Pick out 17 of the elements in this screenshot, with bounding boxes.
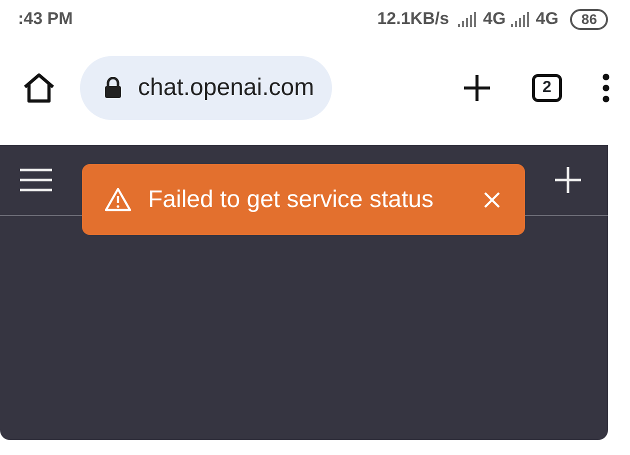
tab-count-button[interactable]: 2 [532, 74, 562, 102]
network-type: 4G [536, 8, 558, 30]
address-bar[interactable]: chat.openai.com [80, 56, 332, 120]
menu-icon[interactable] [18, 167, 54, 193]
battery-indicator: 86 [570, 8, 608, 30]
warning-icon [104, 187, 132, 212]
lock-icon [104, 77, 122, 99]
url-text: chat.openai.com [138, 73, 314, 103]
network-speed: 12.1KB/s [377, 8, 450, 30]
home-icon[interactable] [22, 72, 56, 104]
status-time: :43 PM [18, 8, 73, 30]
more-menu-icon[interactable] [602, 73, 610, 103]
toast-message: Failed to get service status [148, 184, 434, 214]
network-type: 4G [483, 8, 506, 30]
plus-icon[interactable] [462, 73, 492, 103]
close-icon[interactable] [483, 190, 501, 208]
signal-icon [510, 11, 532, 27]
